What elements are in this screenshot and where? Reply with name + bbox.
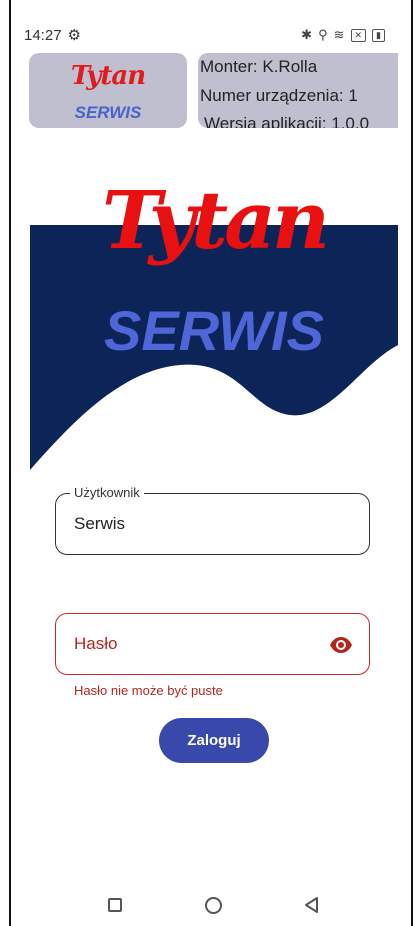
status-icons: ✱ ⚲ ≋ ✕ ▮	[301, 27, 385, 43]
device-number-label: Numer urządzenia: 1	[200, 86, 358, 105]
hero-serwis-text: SERWIS	[104, 299, 324, 362]
login-button[interactable]: Zaloguj	[159, 718, 269, 763]
left-border	[9, 0, 11, 926]
header-serwis-text: SERWIS	[74, 103, 142, 122]
password-placeholder: Hasło	[74, 634, 118, 653]
home-icon[interactable]	[205, 897, 222, 914]
password-field[interactable]: Hasło	[55, 613, 370, 675]
header-brand-text: Tytan	[70, 61, 146, 91]
sim-icon: ✕	[350, 28, 367, 42]
right-border	[411, 0, 413, 926]
bluetooth-icon: ✱	[301, 27, 313, 42]
location-icon: ⚲	[318, 27, 328, 42]
monter-label: Monter: K.Rolla	[200, 57, 318, 76]
hero-graphic: Tytan SERWIS	[30, 173, 398, 470]
recent-apps-icon[interactable]	[108, 898, 122, 912]
status-time: 14:27	[24, 26, 62, 44]
back-icon[interactable]	[303, 896, 319, 919]
system-nav-bar	[0, 890, 415, 920]
username-label: Użytkownik	[70, 485, 144, 500]
password-error-text: Hasło nie może być puste	[74, 683, 223, 698]
wifi-icon: ≋	[333, 27, 345, 42]
battery-icon: ▮	[372, 28, 385, 42]
eye-icon[interactable]	[329, 633, 353, 657]
username-value[interactable]: Serwis	[74, 514, 125, 534]
username-field[interactable]: Użytkownik Serwis	[55, 485, 370, 555]
header-logo: Tytan SERWIS	[29, 53, 187, 128]
settings-gear-icon: ⚙	[67, 27, 81, 44]
status-bar: 14:27 ⚙ ✱ ⚲ ≋ ✕ ▮	[24, 22, 385, 48]
device-info-panel: Monter: K.Rolla Numer urządzenia: 1 Wers…	[198, 53, 398, 128]
hero-brand-text: Tytan	[102, 173, 326, 267]
hero-logo: Tytan SERWIS	[30, 170, 398, 470]
app-version-label: Wersja aplikacji: 1.0.0	[204, 114, 370, 128]
